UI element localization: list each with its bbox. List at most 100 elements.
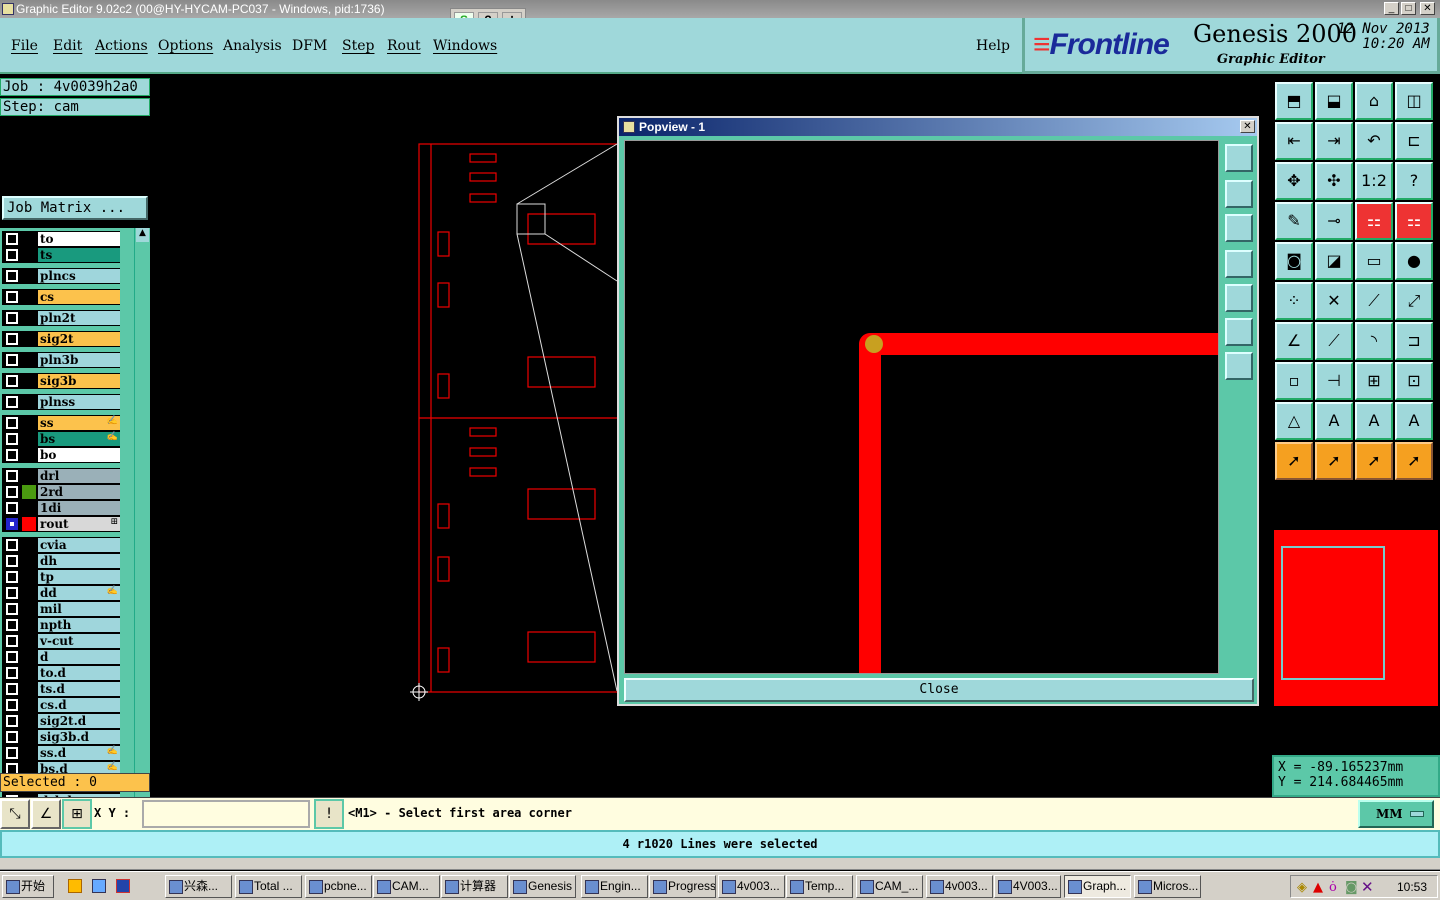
unit-selector[interactable]: MM: [1358, 800, 1434, 828]
notes-quicklaunch-icon[interactable]: [92, 879, 106, 893]
layer-row-2rd[interactable]: 2rd: [2, 484, 120, 500]
layer-name[interactable]: dh: [38, 554, 120, 568]
line-edit-icon[interactable]: ⟋: [1315, 322, 1353, 360]
layer-row-mil[interactable]: mil: [2, 601, 120, 617]
popview-left-icon[interactable]: [1225, 250, 1253, 278]
layer-color-swatch[interactable]: [22, 650, 36, 664]
add-line-icon[interactable]: ⟋: [1355, 282, 1393, 320]
overview-map[interactable]: [1274, 530, 1438, 706]
layer-color-swatch[interactable]: [22, 248, 36, 262]
layer-row-cvia[interactable]: cvia: [2, 537, 120, 553]
layer-color-swatch[interactable]: [22, 353, 36, 367]
ruler-icon[interactable]: ▭: [1355, 242, 1393, 280]
tray-icon[interactable]: ▲: [1313, 880, 1323, 895]
layer-row-drl[interactable]: drl: [2, 468, 120, 484]
home-icon[interactable]: ⌂: [1355, 82, 1393, 120]
pan-left-icon[interactable]: ⇤: [1275, 122, 1313, 160]
zoom-step-icon[interactable]: ⬓: [1315, 82, 1353, 120]
split-icon[interactable]: ⊣: [1315, 362, 1353, 400]
layer-row-ts[interactable]: ts: [2, 247, 120, 263]
layer-name[interactable]: plnss: [38, 395, 120, 409]
layer-checkbox[interactable]: [6, 433, 18, 445]
layer-row-ts.d[interactable]: ts.d: [2, 681, 120, 697]
tray-icon[interactable]: ◙: [1345, 880, 1358, 895]
layer-color-swatch[interactable]: [22, 448, 36, 462]
taskbar-item[interactable]: Genesis: [509, 875, 576, 898]
grid-icon[interactable]: ⊞: [62, 799, 92, 829]
layer-row-dd[interactable]: dd ✍: [2, 585, 120, 601]
layer-row-plnss[interactable]: plnss: [2, 394, 120, 410]
layer-name[interactable]: cvia: [38, 538, 120, 552]
layer-color-swatch[interactable]: [22, 538, 36, 552]
measure-icon[interactable]: ✎: [1275, 202, 1313, 240]
layer-color-swatch[interactable]: [22, 698, 36, 712]
popview-zoom-out-icon[interactable]: [1225, 352, 1253, 380]
layer-row-ss.d[interactable]: ss.d ✍: [2, 745, 120, 761]
layers-b-icon[interactable]: ⚏: [1395, 202, 1433, 240]
layer-name[interactable]: plncs: [38, 269, 120, 283]
layer-checkbox[interactable]: [6, 619, 18, 631]
layer-name[interactable]: tp: [38, 570, 120, 584]
layer-color-swatch[interactable]: [22, 416, 36, 430]
layer-color-swatch[interactable]: [22, 332, 36, 346]
align-c-icon[interactable]: A: [1355, 402, 1393, 440]
taskbar-item[interactable]: CAM...: [373, 875, 440, 898]
layer-row-v-cut[interactable]: v-cut: [2, 633, 120, 649]
layer-row-sig2t[interactable]: sig2t: [2, 331, 120, 347]
layer-checkbox[interactable]: [6, 518, 18, 530]
layer-color-swatch[interactable]: [22, 730, 36, 744]
layer-row-cs.d[interactable]: cs.d: [2, 697, 120, 713]
select-area-icon[interactable]: ➚: [1315, 442, 1353, 480]
layer-row-pln2t[interactable]: pln2t: [2, 310, 120, 326]
taskbar-item[interactable]: Total ...: [235, 875, 302, 898]
layer-name[interactable]: 2rd: [38, 485, 120, 499]
layers-a-icon[interactable]: ⚏: [1355, 202, 1393, 240]
layer-name[interactable]: v-cut: [38, 634, 120, 648]
layer-name[interactable]: ts: [38, 248, 120, 262]
pan-right-icon[interactable]: ⇥: [1315, 122, 1353, 160]
clock-quicklaunch-icon[interactable]: [68, 879, 82, 893]
layer-color-swatch[interactable]: [22, 269, 36, 283]
zoom-area-icon[interactable]: ⤡: [0, 799, 30, 829]
layer-checkbox[interactable]: [6, 651, 18, 663]
menu-help[interactable]: Help: [976, 38, 1010, 54]
taskbar-item[interactable]: 4v003...: [718, 875, 785, 898]
layer-checkbox[interactable]: [6, 375, 18, 387]
layer-checkbox[interactable]: [6, 555, 18, 567]
menu-file[interactable]: File: [11, 38, 38, 54]
layer-row-to[interactable]: to: [2, 231, 120, 247]
angle-icon[interactable]: ∠: [1275, 322, 1313, 360]
layer-color-swatch[interactable]: [22, 517, 36, 531]
layer-checkbox[interactable]: [6, 571, 18, 583]
zoom-in-icon[interactable]: ✥: [1275, 162, 1313, 200]
layer-color-swatch[interactable]: [22, 666, 36, 680]
menu-dfm[interactable]: DFM: [292, 38, 327, 54]
layer-color-swatch[interactable]: [22, 602, 36, 616]
angle-icon[interactable]: ∠: [31, 799, 61, 829]
delete-node-icon[interactable]: ✕: [1315, 282, 1353, 320]
add-pad-icon[interactable]: ◙: [1275, 242, 1313, 280]
layer-checkbox[interactable]: [6, 587, 18, 599]
tray-icon[interactable]: ◈: [1297, 880, 1307, 895]
layer-checkbox[interactable]: [6, 539, 18, 551]
menu-step[interactable]: Step: [342, 38, 374, 54]
taskbar-item[interactable]: pcbne...: [305, 875, 372, 898]
layer-row-to.d[interactable]: to.d: [2, 665, 120, 681]
layer-name[interactable]: ts.d: [38, 682, 120, 696]
layer-color-swatch[interactable]: [22, 682, 36, 696]
layer-name[interactable]: sig2t.d: [38, 714, 120, 728]
layer-name[interactable]: to: [38, 232, 120, 246]
layer-color-swatch[interactable]: [22, 634, 36, 648]
layer-name[interactable]: pln3b: [38, 353, 120, 367]
layer-color-swatch[interactable]: [22, 501, 36, 515]
layer-row-sig3b[interactable]: sig3b: [2, 373, 120, 389]
layer-row-npth[interactable]: npth: [2, 617, 120, 633]
add-arc-icon[interactable]: ⤢: [1395, 282, 1433, 320]
layer-row-pln3b[interactable]: pln3b: [2, 352, 120, 368]
menu-actions[interactable]: Actions: [95, 38, 148, 54]
maximize-button[interactable]: □: [1401, 2, 1416, 15]
layer-color-swatch[interactable]: [22, 586, 36, 600]
layer-name[interactable]: drl: [38, 469, 120, 483]
layer-name[interactable]: sig2t: [38, 332, 120, 346]
layer-row-cs[interactable]: cs: [2, 289, 120, 305]
